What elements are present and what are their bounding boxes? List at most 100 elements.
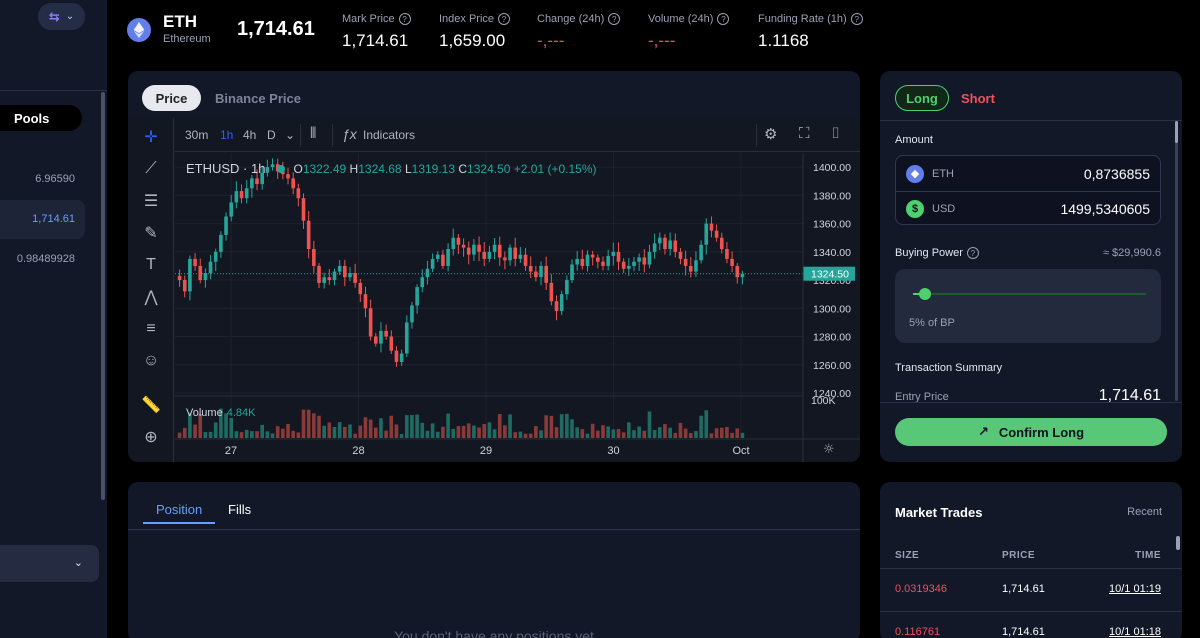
- fullscreen-icon[interactable]: ⛶: [799, 125, 810, 142]
- timeframe-d[interactable]: D: [267, 128, 276, 142]
- timeframe-4h[interactable]: 4h: [243, 128, 256, 142]
- candle-body: [430, 258, 435, 269]
- candle-body: [482, 251, 487, 259]
- scrollbar-thumb[interactable]: [1175, 121, 1178, 143]
- help-icon[interactable]: ?: [717, 13, 730, 25]
- settings-gear-icon[interactable]: ⚙: [764, 125, 777, 143]
- zoom-in-icon[interactable]: ⊕: [140, 426, 162, 448]
- camera-icon[interactable]: ⌷: [831, 125, 840, 142]
- sidebar-scrollbar[interactable]: [101, 92, 105, 500]
- candle-body: [559, 294, 564, 312]
- volume-bar: [239, 432, 244, 438]
- volume-bar: [203, 432, 208, 438]
- candle-body: [487, 251, 492, 259]
- candle-body: [441, 254, 445, 266]
- candle-body: [213, 251, 218, 262]
- axis-settings-icon: ☼: [823, 442, 835, 457]
- volume-bar: [534, 426, 538, 438]
- empty-positions-text: You don't have any positions yet: [394, 628, 594, 638]
- chart-panel: Price Binance Price ✛ ⟋ ☰ ✎ T ⋀ ≡ ☺ 📏 ⊕ …: [128, 71, 860, 462]
- volume-bar: [709, 433, 714, 438]
- legend-close: 1324.50: [467, 162, 511, 176]
- stat-volume-24h: Volume (24h)? -,---: [648, 13, 730, 51]
- trades-scrollbar[interactable]: [1176, 536, 1180, 550]
- trendline-icon[interactable]: ⟋: [140, 158, 162, 180]
- candle-body: [735, 265, 740, 278]
- volume-bar: [663, 424, 667, 438]
- chevron-down-icon[interactable]: ⌄: [285, 128, 295, 142]
- order-scrollbar[interactable]: [1175, 121, 1178, 401]
- indicators-button[interactable]: Indicators: [363, 128, 415, 142]
- sidebar-dropdown[interactable]: ⌄: [0, 545, 99, 582]
- candle-body: [570, 264, 574, 281]
- help-icon[interactable]: ?: [966, 247, 979, 259]
- network-selector[interactable]: ⇆ ⌄: [38, 3, 85, 30]
- timeframe-1h[interactable]: 1h: [220, 128, 233, 142]
- trade-time-link[interactable]: 10/1 01:18: [1109, 626, 1161, 638]
- candle-body: [384, 330, 388, 337]
- tab-position[interactable]: Position: [156, 502, 202, 517]
- candle-body: [513, 247, 518, 259]
- x-axis-tick: 29: [480, 445, 492, 457]
- candle-body: [198, 265, 203, 281]
- drawing-toolbar: ✛ ⟋ ☰ ✎ T ⋀ ≡ ☺ 📏 ⊕: [128, 118, 174, 462]
- brush-icon[interactable]: ✎: [140, 222, 162, 244]
- candle-body: [647, 251, 652, 265]
- usd-amount-row[interactable]: $ USD 1499,5340605: [896, 191, 1160, 226]
- emoji-icon[interactable]: ☺: [140, 350, 162, 372]
- candles-type-icon[interactable]: ⫴: [310, 125, 316, 142]
- tab-fills[interactable]: Fills: [228, 502, 251, 517]
- confirm-long-button[interactable]: ↗ Confirm Long: [895, 418, 1167, 446]
- help-icon[interactable]: ?: [850, 13, 863, 25]
- candle-body: [425, 268, 430, 278]
- volume-bar: [348, 424, 352, 438]
- candle-body: [477, 244, 481, 252]
- sidebar-divider: [0, 90, 107, 91]
- candle-body: [611, 251, 616, 257]
- volume-bar: [466, 423, 471, 438]
- eth-amount-input[interactable]: 0,8736855: [1084, 166, 1150, 182]
- eth-amount-row[interactable]: ◆ ETH 0,8736855: [896, 156, 1160, 191]
- pattern-icon[interactable]: ⋀: [140, 286, 162, 308]
- candle-body: [642, 257, 647, 265]
- slider-handle[interactable]: [918, 288, 931, 300]
- tab-price[interactable]: Price: [142, 85, 201, 111]
- volume-bar: [234, 431, 239, 438]
- candle-body: [637, 257, 641, 262]
- amount-label: Amount: [895, 134, 933, 146]
- short-tab[interactable]: Short: [957, 85, 995, 111]
- candle-body: [719, 237, 724, 249]
- pools-tab[interactable]: Pools: [0, 105, 82, 131]
- ruler-icon[interactable]: 📏: [140, 394, 162, 416]
- long-tab[interactable]: Long: [895, 85, 949, 111]
- volume-bar: [265, 431, 270, 438]
- tab-binance-price[interactable]: Binance Price: [215, 91, 301, 106]
- measure-lines-icon[interactable]: ≡: [140, 318, 162, 340]
- volume-bar: [652, 429, 657, 438]
- horizontal-lines-icon[interactable]: ☰: [140, 190, 162, 212]
- candle-body: [404, 322, 409, 354]
- candle-body: [301, 198, 306, 221]
- bp-slider[interactable]: [913, 288, 1146, 300]
- volume-bar: [275, 426, 280, 438]
- candlestick-chart[interactable]: 1400.001380.001360.001340.001320.001300.…: [175, 153, 860, 462]
- crosshair-icon[interactable]: ✛: [140, 126, 162, 148]
- volume-bar: [528, 433, 533, 438]
- trade-time-link[interactable]: 10/1 01:19: [1109, 583, 1161, 595]
- candle-body: [188, 258, 192, 292]
- volume-bar: [704, 410, 709, 438]
- candle-body: [616, 251, 621, 262]
- candle-body: [410, 305, 414, 323]
- volume-bar: [353, 433, 357, 438]
- legend-open: 1322.49: [302, 162, 347, 176]
- recent-filter[interactable]: Recent: [1127, 506, 1162, 518]
- help-icon[interactable]: ?: [398, 13, 411, 25]
- help-icon[interactable]: ?: [608, 13, 621, 25]
- usd-amount-input[interactable]: 1499,5340605: [1060, 201, 1150, 217]
- timeframe-30m[interactable]: 30m: [185, 128, 208, 142]
- volume-bar: [477, 427, 481, 438]
- candle-body: [219, 234, 223, 252]
- x-axis-tick: 27: [225, 445, 237, 457]
- text-tool-icon[interactable]: T: [140, 254, 162, 276]
- help-icon[interactable]: ?: [498, 13, 511, 25]
